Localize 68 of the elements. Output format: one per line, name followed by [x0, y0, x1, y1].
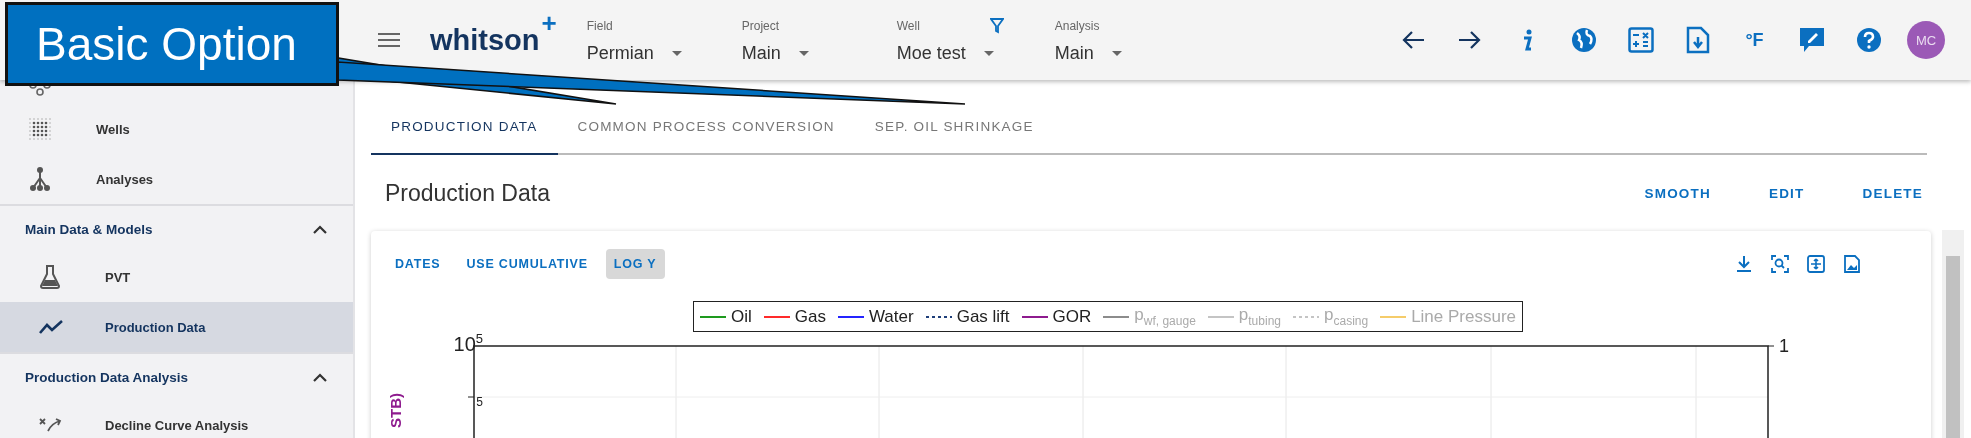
y-axis-tick-label: 5	[476, 396, 483, 408]
action-button[interactable]: EDIT	[1764, 179, 1809, 207]
sidebar-item[interactable]: Wells	[96, 121, 130, 137]
feedback-icon[interactable]	[1798, 27, 1825, 53]
forward-arrow-icon[interactable]	[1457, 30, 1482, 50]
selector-label: Well	[896, 18, 920, 33]
chevron-up-icon[interactable]	[313, 372, 327, 382]
logo-mark: +	[541, 7, 557, 39]
legend-line-icon	[1207, 314, 1234, 319]
filter-icon[interactable]	[989, 17, 1004, 34]
calculator-icon[interactable]	[1627, 27, 1654, 53]
legend-line-icon	[1380, 314, 1407, 319]
action-button[interactable]: DELETE	[1858, 179, 1927, 207]
chart-toggle-button[interactable]: USE CUMULATIVE	[458, 249, 596, 279]
selector-label: Field	[586, 18, 613, 33]
temperature-unit-button[interactable]: °F	[1745, 29, 1764, 51]
file-download-icon[interactable]	[1685, 26, 1710, 54]
chevron-up-icon[interactable]	[313, 224, 327, 234]
sidebar-item-background[interactable]: Production Data	[0, 302, 353, 352]
flask-icon	[38, 264, 62, 290]
sidebar-section-title[interactable]: Production Data Analysis	[25, 369, 189, 385]
decline-curve-icon	[38, 417, 62, 433]
legend-line-icon	[837, 314, 864, 319]
trend-line-icon	[38, 319, 64, 335]
sidebar-item[interactable]: PVT	[105, 269, 131, 285]
legend-item[interactable]: Gas	[763, 305, 826, 328]
scrollbar[interactable]	[1942, 230, 1964, 438]
selector-dropdown[interactable]: Permian	[586, 42, 742, 64]
legend-line-icon	[1021, 314, 1048, 319]
menu-icon[interactable]	[378, 32, 400, 48]
back-arrow-icon[interactable]	[1400, 30, 1425, 50]
selector-label: Project	[741, 18, 780, 33]
legend-item[interactable]: Water	[837, 305, 914, 328]
user-avatar[interactable]: MC	[1907, 21, 1945, 59]
sidebar-item-background[interactable]: Decline Curve Analysis	[0, 400, 353, 438]
selector-dropdown[interactable]: Main	[1054, 42, 1210, 64]
legend-item[interactable]: GOR	[1021, 305, 1092, 328]
tab[interactable]: SEP. OIL SHRINKAGE	[854, 119, 1054, 155]
legend-line-icon	[1293, 314, 1319, 319]
selector-label: Analysis	[1054, 18, 1100, 33]
chart-toggle-button[interactable]: LOG Y	[605, 249, 665, 279]
dot-grid-icon	[28, 117, 52, 141]
legend-line-icon	[925, 314, 952, 319]
legend-line-icon	[763, 314, 790, 319]
legend-line-icon	[699, 314, 726, 319]
app-logo: whitson	[430, 23, 540, 57]
y-axis-title: STB)	[387, 393, 404, 428]
action-button[interactable]: SMOOTH	[1640, 179, 1715, 207]
sidebar-item[interactable]: Decline Curve Analysis	[105, 417, 249, 433]
callout-label: Basic Option	[5, 2, 339, 86]
selector-dropdown[interactable]: Moe test	[896, 42, 1055, 64]
sidebar-item-background[interactable]: PVT	[0, 252, 353, 302]
y-axis-tick-label: 10$^{5}$	[453, 332, 483, 354]
panel-title: Production Data	[384, 179, 550, 207]
selector-dropdown[interactable]: Main	[741, 42, 897, 64]
tab[interactable]: COMMON PROCESS CONVERSION	[557, 119, 855, 155]
tab[interactable]: PRODUCTION DATA	[371, 119, 558, 155]
chart-toggle-button[interactable]: DATES	[387, 249, 449, 279]
legend-line-icon	[1103, 314, 1130, 319]
sidebar-section-title[interactable]: Main Data & Models	[25, 221, 153, 237]
help-icon[interactable]	[1855, 27, 1882, 53]
globe-icon[interactable]	[1570, 27, 1597, 53]
y2-axis-tick-label: 1	[1779, 338, 1789, 356]
legend-item[interactable]: Oil	[699, 305, 752, 328]
sidebar-item[interactable]: Analyses	[96, 171, 154, 187]
legend-item[interactable]: Gas lift	[925, 305, 1010, 328]
hierarchy-icon	[28, 166, 52, 192]
sidebar-item[interactable]: Production Data	[105, 319, 206, 335]
